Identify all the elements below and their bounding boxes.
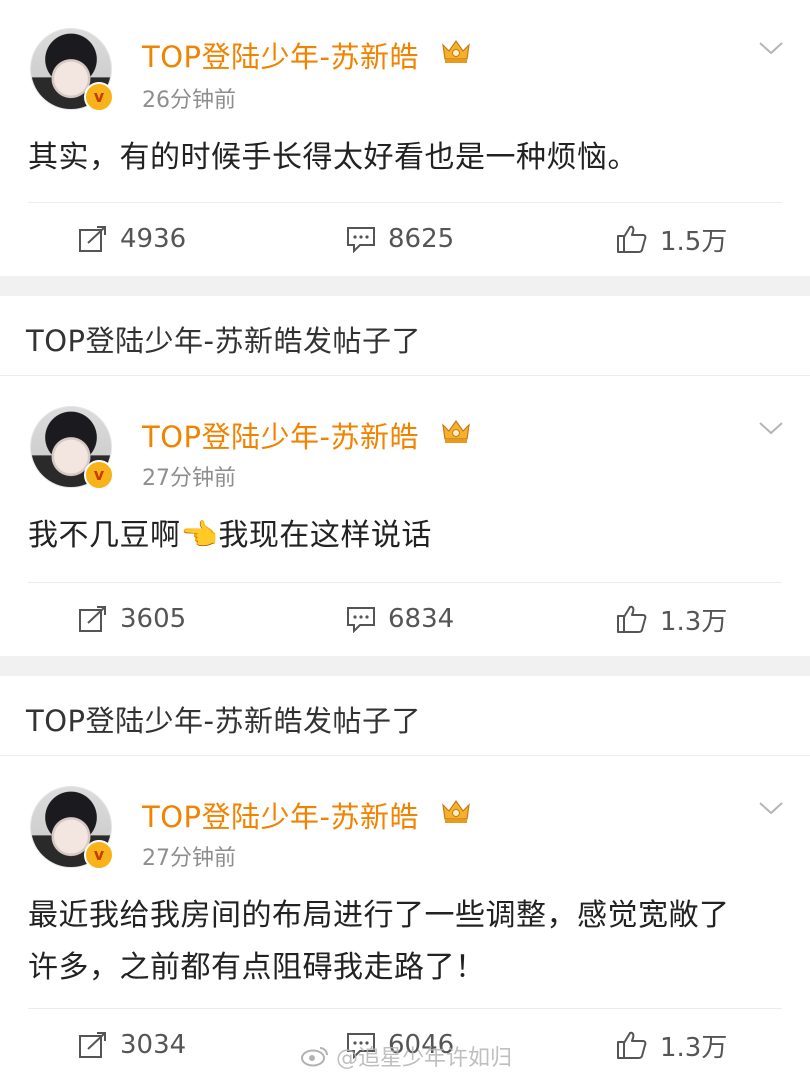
username[interactable]: TOP登陆少年-苏新皓 xyxy=(142,794,419,836)
action-bar: 3605 6834 1.3万 xyxy=(28,582,782,655)
post-card-1: v TOP登陆少年-苏新皓 26分钟前 其实，有的时候手长得太好看也是一种烦恼。… xyxy=(0,0,810,276)
repost-button[interactable]: 3034 xyxy=(78,1009,186,1081)
repost-count: 3605 xyxy=(120,604,187,634)
repost-count: 4936 xyxy=(120,224,187,254)
crown-icon xyxy=(442,39,470,63)
thumbs-up-icon xyxy=(617,605,647,633)
post-text: 其实，有的时候手长得太好看也是一种烦恼。 xyxy=(28,140,638,175)
repost-header-text: TOP登陆少年-苏新皓发帖子了 xyxy=(26,704,421,738)
watermark-text: @追星少年许如归 xyxy=(336,1046,513,1071)
like-button[interactable]: 1.3万 xyxy=(616,1009,727,1081)
chevron-down-icon[interactable] xyxy=(758,800,784,816)
repost-header[interactable]: TOP登陆少年-苏新皓发帖子了 xyxy=(0,298,810,376)
repost-icon xyxy=(79,226,106,252)
thumbs-up-icon xyxy=(617,225,647,253)
repost-count: 3034 xyxy=(120,1030,187,1060)
repost-button[interactable]: 3605 xyxy=(78,583,186,655)
avatar[interactable]: v xyxy=(30,786,114,870)
chevron-down-icon[interactable] xyxy=(758,40,784,56)
crown-icon xyxy=(442,419,470,443)
feed-separator xyxy=(0,276,810,296)
comment-button[interactable]: 6834 xyxy=(346,583,454,655)
like-count: 1.3万 xyxy=(660,1032,728,1063)
repost-header-text: TOP登陆少年-苏新皓发帖子了 xyxy=(26,324,421,358)
like-count: 1.5万 xyxy=(660,226,728,257)
action-bar: 4936 8625 1.5万 xyxy=(28,202,782,275)
avatar[interactable]: v xyxy=(30,406,114,490)
watermark: @追星少年许如归 xyxy=(300,1040,512,1072)
weibo-logo-icon xyxy=(301,1047,328,1067)
username[interactable]: TOP登陆少年-苏新皓 xyxy=(142,34,419,76)
thumbs-up-icon xyxy=(617,1031,647,1059)
post-text-line-2: 许多，之前都有点阻碍我走路了！ xyxy=(28,950,486,985)
repost-icon xyxy=(79,606,106,632)
verified-badge-icon: v xyxy=(84,840,114,870)
post-time: 26分钟前 xyxy=(142,88,236,113)
repost-icon xyxy=(79,1032,106,1058)
comment-count: 8625 xyxy=(388,224,455,254)
like-button[interactable]: 1.5万 xyxy=(616,203,727,275)
avatar[interactable]: v xyxy=(30,28,114,112)
post-time: 27分钟前 xyxy=(142,466,236,491)
like-button[interactable]: 1.3万 xyxy=(616,583,727,655)
like-count: 1.3万 xyxy=(660,606,728,637)
feed-separator xyxy=(0,656,810,676)
comment-button[interactable]: 8625 xyxy=(346,203,454,275)
post-card-2: v TOP登陆少年-苏新皓 27分钟前 我不几豆啊👈我现在这样说话 3605 6… xyxy=(0,376,810,656)
post-text-line-1: 最近我给我房间的布局进行了一些调整，感觉宽敞了 xyxy=(28,898,730,933)
repost-button[interactable]: 4936 xyxy=(78,203,186,275)
verified-badge-icon: v xyxy=(84,82,114,112)
repost-header[interactable]: TOP登陆少年-苏新皓发帖子了 xyxy=(0,678,810,756)
username[interactable]: TOP登陆少年-苏新皓 xyxy=(142,414,419,456)
post-card-3: v TOP登陆少年-苏新皓 27分钟前 最近我给我房间的布局进行了一些调整，感觉… xyxy=(0,756,810,1078)
crown-icon xyxy=(442,799,470,823)
chevron-down-icon[interactable] xyxy=(758,420,784,436)
comment-icon xyxy=(347,607,375,633)
post-time: 27分钟前 xyxy=(142,846,236,871)
verified-badge-icon: v xyxy=(84,460,114,490)
comment-count: 6834 xyxy=(388,604,455,634)
comment-icon xyxy=(347,227,375,253)
post-text: 我不几豆啊👈我现在这样说话 xyxy=(28,518,432,553)
